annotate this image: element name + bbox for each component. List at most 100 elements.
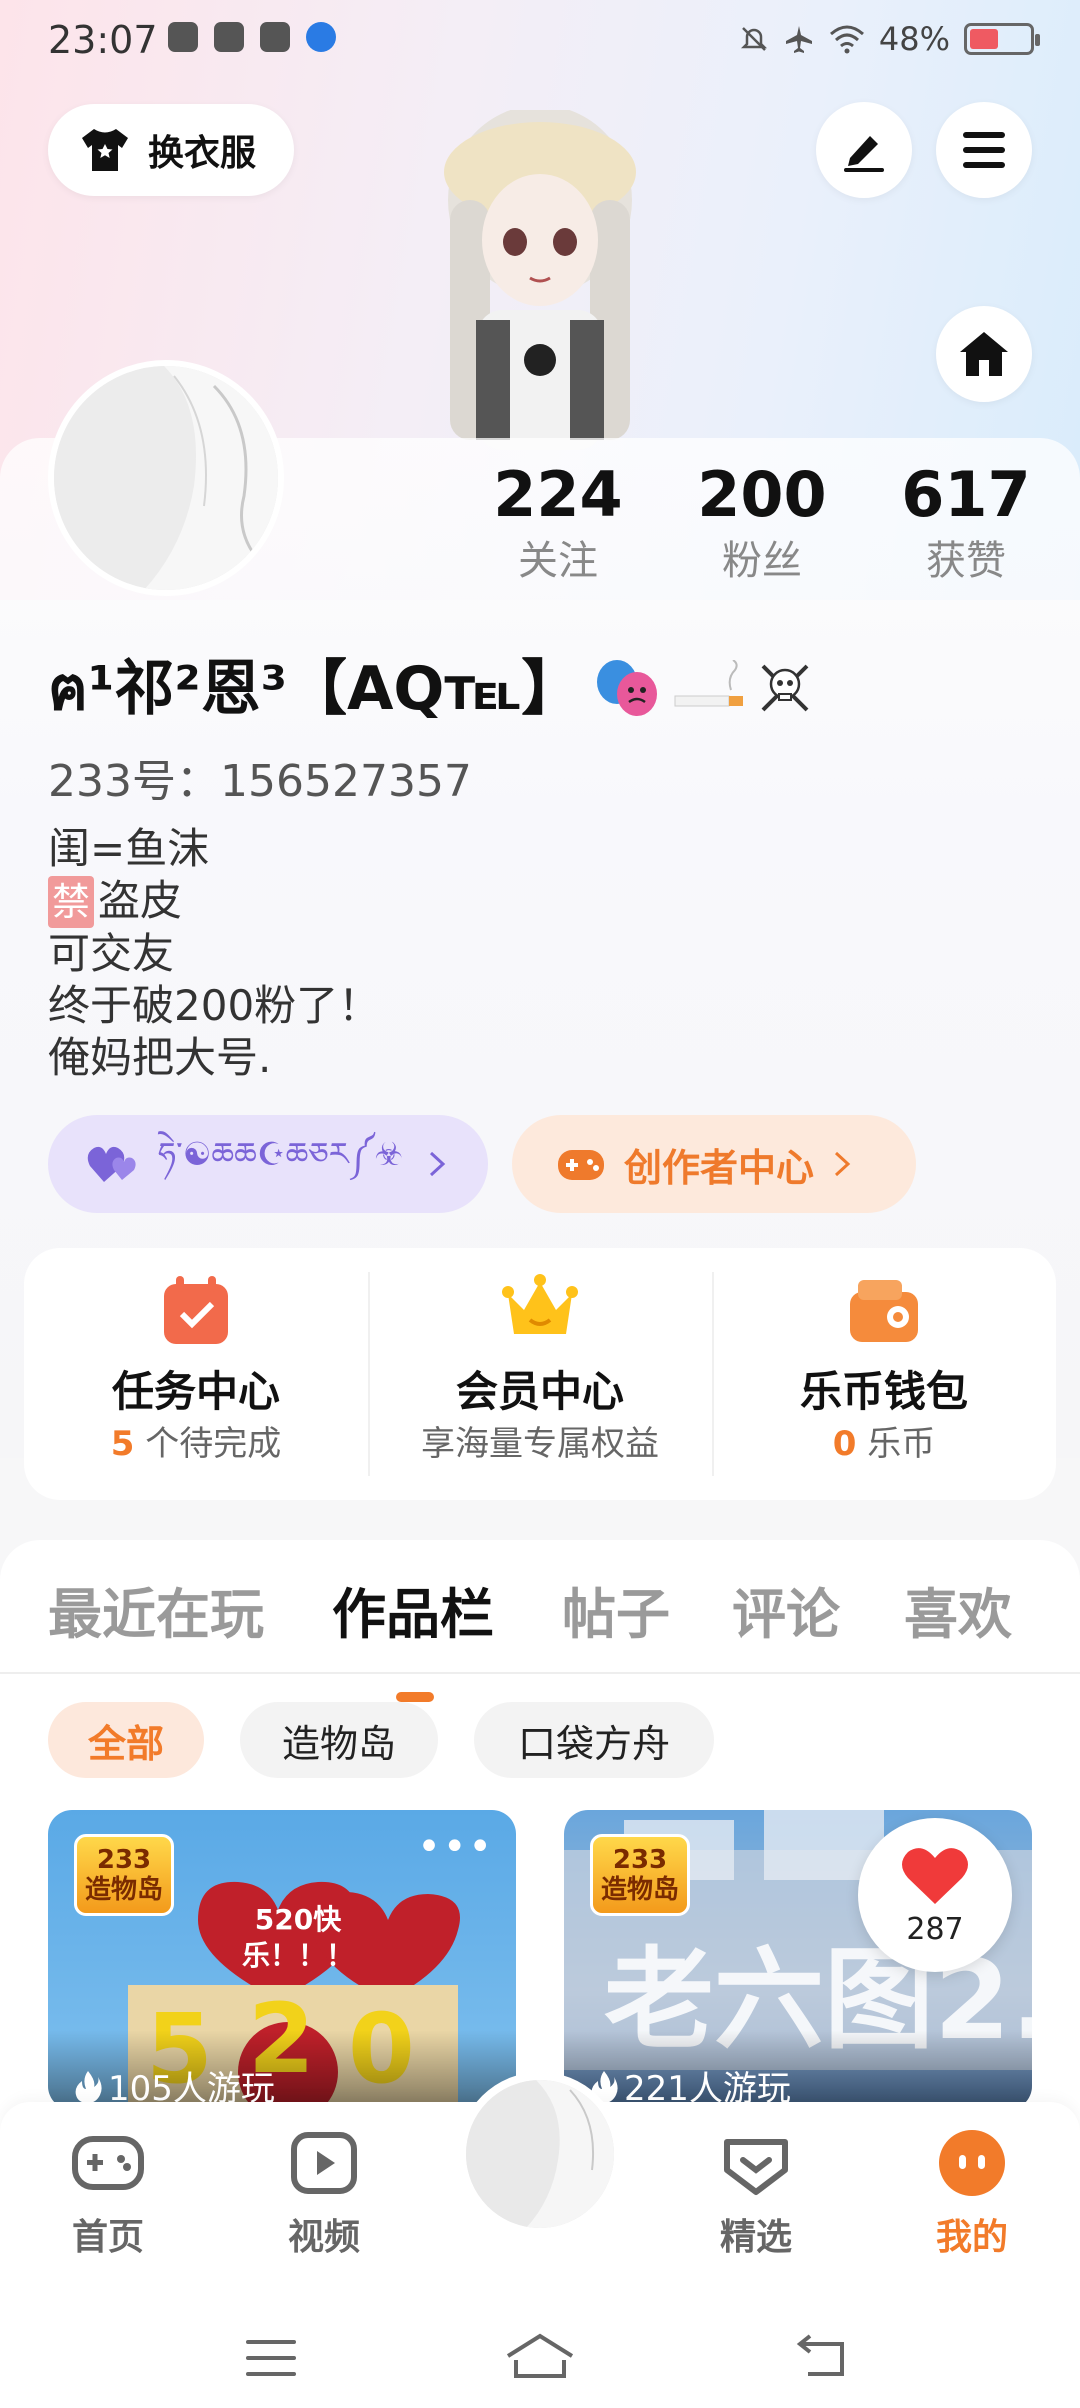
task-center-sub-text: 个待完成 <box>145 1424 282 1464</box>
like-count: 287 <box>906 1911 964 1947</box>
avatar-3d-figure[interactable] <box>390 110 690 450</box>
vip-center-button[interactable]: 会员中心 享海量专属权益 <box>368 1248 712 1500</box>
nav-video-icon-wrap <box>287 2126 361 2200</box>
recent-apps-icon[interactable] <box>244 2338 298 2378</box>
homeland-button[interactable] <box>936 306 1032 402</box>
bio-line: 可交友 <box>48 929 175 978</box>
group-pill-button[interactable]: ཧེ་☯ཆཆ☪ཆཅར༼☣ <box>48 1115 488 1213</box>
baidu-icon <box>260 22 290 52</box>
status-notification-icons <box>168 22 336 52</box>
heart-box-icon <box>724 2139 788 2195</box>
following-label: 关注 <box>518 538 598 584</box>
bio-line: 终于破200粉了！ <box>48 981 381 1030</box>
filter-all[interactable]: 全部 <box>48 1702 204 1778</box>
nickname-row: ฅ¹祁²恩³【AQ℡】 <box>48 640 813 736</box>
badge-number: 233 <box>612 1845 668 1875</box>
skull-icon <box>761 664 809 712</box>
bio: 闺=鱼沫 禁盗皮 可交友 终于破200粉了！ 俺妈把大号. <box>48 823 380 1084</box>
filter-creation-island[interactable]: 造物岛 <box>240 1702 438 1778</box>
menu-icon <box>963 132 1005 168</box>
following-stat[interactable]: 224 关注 <box>468 455 648 587</box>
wallet-icon <box>850 1280 918 1342</box>
coin-wallet-button[interactable]: 乐币钱包 0 乐币 <box>712 1248 1056 1500</box>
fans-label: 粉丝 <box>722 538 802 584</box>
nav-avatar-button[interactable] <box>458 2072 622 2236</box>
video-app-icon <box>214 22 244 52</box>
game-card[interactable]: 5 2 0 520快乐！！！ 233 造物岛 ••• 105人游玩 <box>48 1810 516 2110</box>
tab-posts[interactable]: 帖子 <box>562 1570 670 1649</box>
fans-count: 200 <box>697 458 827 531</box>
nav-video[interactable]: 视频 <box>254 2126 394 2260</box>
more-options-icon[interactable]: ••• <box>417 1824 494 1870</box>
browser-icon <box>306 22 336 52</box>
battery-icon <box>964 23 1040 55</box>
content-tabs: 最近在玩 作品栏 帖子 评论 喜欢 <box>0 1570 1080 1702</box>
vip-center-title: 会员中心 <box>455 1367 624 1416</box>
cigarette-icon <box>674 660 744 707</box>
edit-profile-button[interactable] <box>816 102 912 198</box>
change-outfit-label: 换衣服 <box>148 133 257 174</box>
tab-comments[interactable]: 评论 <box>732 1570 840 1649</box>
nav-me[interactable]: 我的 <box>902 2126 1042 2260</box>
following-count: 224 <box>493 458 623 531</box>
badge-name: 造物岛 <box>600 1875 679 1905</box>
tab-recently-played[interactable]: 最近在玩 <box>48 1570 264 1649</box>
gamepad-icon <box>72 2136 144 2190</box>
task-center-title: 任务中心 <box>111 1367 280 1416</box>
wechat-icon <box>168 22 198 52</box>
tab-likes[interactable]: 喜欢 <box>904 1570 1012 1649</box>
fire-icon <box>75 2070 102 2103</box>
home-nav-icon[interactable] <box>504 2332 576 2380</box>
change-outfit-button[interactable]: 换衣服 <box>48 104 294 196</box>
chevron-right-icon <box>430 1151 446 1177</box>
fans-stat[interactable]: 200 粉丝 <box>672 455 852 587</box>
coin-wallet-sub: 0 乐币 <box>712 1420 1056 1468</box>
hearts-icon <box>87 1146 136 1182</box>
profile-dots-icon <box>939 2130 1005 2196</box>
chevron-right-icon <box>835 1151 851 1177</box>
task-center-button[interactable]: 任务中心 5 个待完成 <box>24 1248 368 1500</box>
nav-avatar-image <box>466 2080 614 2228</box>
battery-level <box>970 29 998 49</box>
likes-stat[interactable]: 617 获赞 <box>876 455 1056 587</box>
menu-button[interactable] <box>936 102 1032 198</box>
filter-pocket-ark[interactable]: 口袋方舟 <box>474 1702 714 1778</box>
like-button[interactable]: 287 <box>858 1818 1012 1972</box>
bio-line: 禁盗皮 <box>48 875 380 928</box>
airplane-icon <box>785 26 812 53</box>
home-icon <box>960 332 1008 376</box>
heart-icon <box>902 1847 968 1904</box>
creator-center-button[interactable]: 创作者中心 <box>512 1115 916 1213</box>
tab-works[interactable]: 作品栏 <box>332 1570 494 1649</box>
coin-wallet-sub-text: 乐币 <box>867 1424 936 1464</box>
badge-name: 造物岛 <box>84 1875 163 1905</box>
coin-wallet-title: 乐币钱包 <box>799 1367 968 1416</box>
battery-percent: 48% <box>878 20 950 58</box>
nav-featured[interactable]: 精选 <box>686 2126 826 2260</box>
vip-center-sub: 享海量专属权益 <box>421 1424 659 1464</box>
likes-count: 617 <box>901 458 1031 531</box>
creation-island-badge: 233 造物岛 <box>74 1834 174 1916</box>
status-indicators: 48% <box>739 20 1040 58</box>
nav-video-label: 视频 <box>287 2217 360 2258</box>
profile-avatar[interactable] <box>48 360 284 596</box>
nav-featured-label: 精选 <box>719 2217 792 2258</box>
bio-line: 闺=鱼沫 <box>48 824 210 873</box>
nav-home[interactable]: 首页 <box>38 2126 178 2260</box>
wifi-icon <box>829 25 864 54</box>
edit-icon <box>844 136 884 172</box>
badge-number: 233 <box>96 1845 152 1875</box>
system-navigation-bar <box>0 2302 1080 2408</box>
avatar-image <box>54 366 278 590</box>
services-card: 任务中心 5 个待完成 会员中心 享海量专属权益 乐币钱包 0 乐币 <box>24 1248 1056 1500</box>
back-icon[interactable] <box>796 2332 848 2378</box>
nav-featured-icon-wrap <box>719 2126 793 2200</box>
video-icon <box>291 2132 357 2194</box>
nav-me-label: 我的 <box>935 2217 1008 2258</box>
status-bar: 23:07 48% <box>0 0 1080 80</box>
pending-count: 5 <box>110 1424 135 1464</box>
calendar-check-icon <box>164 1276 228 1344</box>
task-center-sub: 5 个待完成 <box>24 1420 368 1468</box>
tshirt-icon <box>82 129 128 171</box>
user-id[interactable]: 233号：156527357 <box>48 745 472 809</box>
